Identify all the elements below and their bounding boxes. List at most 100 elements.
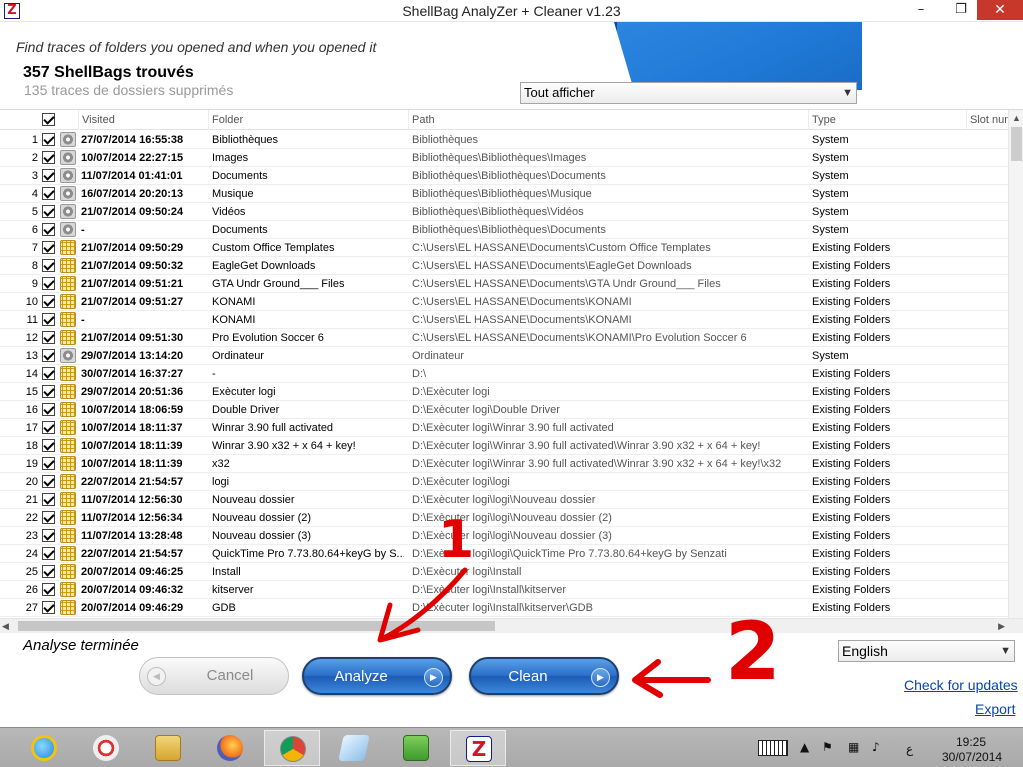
table-row[interactable]: 6 - Documents Bibliothèques\Bibliothèques\D… (0, 221, 1008, 239)
volume-icon[interactable]: ♪ (872, 740, 880, 754)
column-slot-num[interactable]: Slot num (966, 110, 1008, 130)
analyze-button[interactable]: Analyze ▶ (302, 657, 452, 695)
input-language[interactable]: ع (906, 742, 913, 756)
table-row[interactable]: 21 11/07/2014 12:56:30 Nouveau dossier D:\E… (0, 491, 1008, 509)
row-checkbox[interactable] (42, 277, 55, 290)
visited-cell: 27/07/2014 16:55:38 (81, 134, 184, 146)
table-row[interactable]: 4 16/07/2014 20:20:13 Musique Bibliothèques… (0, 185, 1008, 203)
row-checkbox[interactable] (42, 133, 55, 146)
row-checkbox[interactable] (42, 205, 55, 218)
vertical-scroll-thumb[interactable] (1011, 127, 1022, 161)
row-checkbox[interactable] (42, 601, 55, 614)
horizontal-scrollbar[interactable]: ◀ ▶ (0, 618, 1023, 633)
clean-button[interactable]: Clean ▶ (469, 657, 619, 695)
file-explorer-icon[interactable] (140, 730, 196, 766)
table-row[interactable]: 22 11/07/2014 12:56:34 Nouveau dossier (2)… (0, 509, 1008, 527)
row-checkbox[interactable] (42, 241, 55, 254)
table-row[interactable]: 15 29/07/2014 20:51:36 Exècuter logi D:\Exè… (0, 383, 1008, 401)
row-checkbox[interactable] (42, 295, 55, 308)
table-row[interactable]: 1 27/07/2014 16:55:38 Bibliothèques Bibliot… (0, 131, 1008, 149)
close-button[interactable]: ✕ (977, 0, 1023, 20)
row-checkbox[interactable] (42, 349, 55, 362)
row-checkbox[interactable] (42, 439, 55, 452)
table-row[interactable]: 25 20/07/2014 09:46:25 Install D:\Exècuter … (0, 563, 1008, 581)
row-checkbox[interactable] (42, 187, 55, 200)
row-checkbox[interactable] (42, 331, 55, 344)
table-row[interactable]: 26 20/07/2014 09:46:32 kitserver D:\Exècute… (0, 581, 1008, 599)
table-row[interactable]: 27 20/07/2014 09:46:29 GDB D:\Exècuter logi… (0, 599, 1008, 617)
filter-dropdown[interactable]: Tout afficher ▼ (520, 82, 857, 104)
row-checkbox[interactable] (42, 529, 55, 542)
cubes-app-icon[interactable] (388, 730, 444, 766)
row-checkbox[interactable] (42, 313, 55, 326)
show-hidden-icons-icon[interactable]: ▲ (800, 740, 809, 754)
clock-time[interactable]: 19:25 (956, 735, 986, 749)
row-checkbox[interactable] (42, 169, 55, 182)
row-checkbox[interactable] (42, 457, 55, 470)
shellbag-taskbar-icon[interactable]: Z (450, 730, 506, 766)
folder-grid-icon (60, 258, 76, 273)
keyboard-icon[interactable] (758, 740, 788, 756)
table-row[interactable]: 8 21/07/2014 09:50:32 EagleGet Downloads C:… (0, 257, 1008, 275)
row-checkbox[interactable] (42, 421, 55, 434)
row-checkbox[interactable] (42, 475, 55, 488)
table-row[interactable]: 20 22/07/2014 21:54:57 logi D:\Exècuter log… (0, 473, 1008, 491)
column-path[interactable]: Path (408, 110, 808, 130)
maximize-button[interactable]: ❐ (946, 0, 976, 20)
table-row[interactable]: 23 11/07/2014 13:28:48 Nouveau dossier (3)… (0, 527, 1008, 545)
table-row[interactable]: 11 - KONAMI C:\Users\EL HASSANE\Documents\K… (0, 311, 1008, 329)
row-checkbox[interactable] (42, 151, 55, 164)
flag-icon[interactable]: ⚑ (822, 740, 833, 754)
table-row[interactable]: 18 10/07/2014 18:11:39 Winrar 3.90 x32 + x… (0, 437, 1008, 455)
internet-explorer-icon[interactable] (16, 730, 72, 766)
table-row[interactable]: 9 21/07/2014 09:51:21 GTA Undr Ground___ F… (0, 275, 1008, 293)
table-row[interactable]: 17 10/07/2014 18:11:37 Winrar 3.90 full ac… (0, 419, 1008, 437)
paint-icon[interactable] (78, 730, 134, 766)
select-all-checkbox[interactable] (42, 113, 55, 126)
path-cell: D:\Exècuter logi\logi\QuickTime Pro 7.73… (412, 548, 727, 560)
vertical-scrollbar[interactable]: ▲ (1008, 110, 1023, 618)
table-row[interactable]: 5 21/07/2014 09:50:24 Vidéos Bibliothèques\… (0, 203, 1008, 221)
scroll-left-icon[interactable]: ◀ (2, 619, 9, 633)
network-icon[interactable]: ▦ (848, 740, 859, 754)
language-dropdown[interactable]: English ▼ (838, 640, 1015, 662)
row-checkbox[interactable] (42, 223, 55, 236)
row-checkbox[interactable] (42, 565, 55, 578)
row-checkbox[interactable] (42, 385, 55, 398)
table-row[interactable]: 13 29/07/2014 13:14:20 Ordinateur Ordinateu… (0, 347, 1008, 365)
visited-cell: 11/07/2014 01:41:01 (81, 170, 183, 182)
table-row[interactable]: 12 21/07/2014 09:51:30 Pro Evolution Socce… (0, 329, 1008, 347)
cancel-button[interactable]: ◀ Cancel (139, 657, 289, 695)
clock-date[interactable]: 30/07/2014 (942, 750, 1002, 764)
export-link[interactable]: Export (975, 701, 1015, 717)
row-checkbox[interactable] (42, 493, 55, 506)
row-checkbox[interactable] (42, 403, 55, 416)
column-folder[interactable]: Folder (208, 110, 408, 130)
folder-grid-icon (60, 474, 76, 489)
horizontal-scroll-thumb[interactable] (18, 621, 495, 631)
row-checkbox[interactable] (42, 511, 55, 524)
check-updates-link[interactable]: Check for updates (904, 677, 1018, 693)
type-cell: Existing Folders (812, 458, 891, 470)
table-row[interactable]: 10 21/07/2014 09:51:27 KONAMI C:\Users\EL H… (0, 293, 1008, 311)
chrome-icon[interactable] (264, 730, 320, 766)
status-text: Analyse terminée (23, 637, 139, 654)
table-row[interactable]: 14 30/07/2014 16:37:27 - D:\ Existing Folder… (0, 365, 1008, 383)
scroll-right-icon[interactable]: ▶ (998, 619, 1005, 633)
table-row[interactable]: 2 10/07/2014 22:27:15 Images Bibliothèques\… (0, 149, 1008, 167)
row-checkbox[interactable] (42, 583, 55, 596)
column-visited[interactable]: Visited (78, 110, 208, 130)
table-row[interactable]: 16 10/07/2014 18:06:59 Double Driver D:\Exè… (0, 401, 1008, 419)
notes-icon[interactable] (326, 730, 382, 766)
minimize-button[interactable]: – (906, 0, 936, 20)
table-row[interactable]: 7 21/07/2014 09:50:29 Custom Office Templa… (0, 239, 1008, 257)
scroll-up-icon[interactable]: ▲ (1009, 110, 1023, 126)
row-checkbox[interactable] (42, 367, 55, 380)
row-checkbox[interactable] (42, 259, 55, 272)
table-row[interactable]: 24 22/07/2014 21:54:57 QuickTime Pro 7.73.… (0, 545, 1008, 563)
row-checkbox[interactable] (42, 547, 55, 560)
firefox-icon[interactable] (202, 730, 258, 766)
table-row[interactable]: 19 10/07/2014 18:11:39 x32 D:\Exècuter logi… (0, 455, 1008, 473)
table-row[interactable]: 3 11/07/2014 01:41:01 Documents Bibliothèqu… (0, 167, 1008, 185)
column-type[interactable]: Type (808, 110, 966, 130)
